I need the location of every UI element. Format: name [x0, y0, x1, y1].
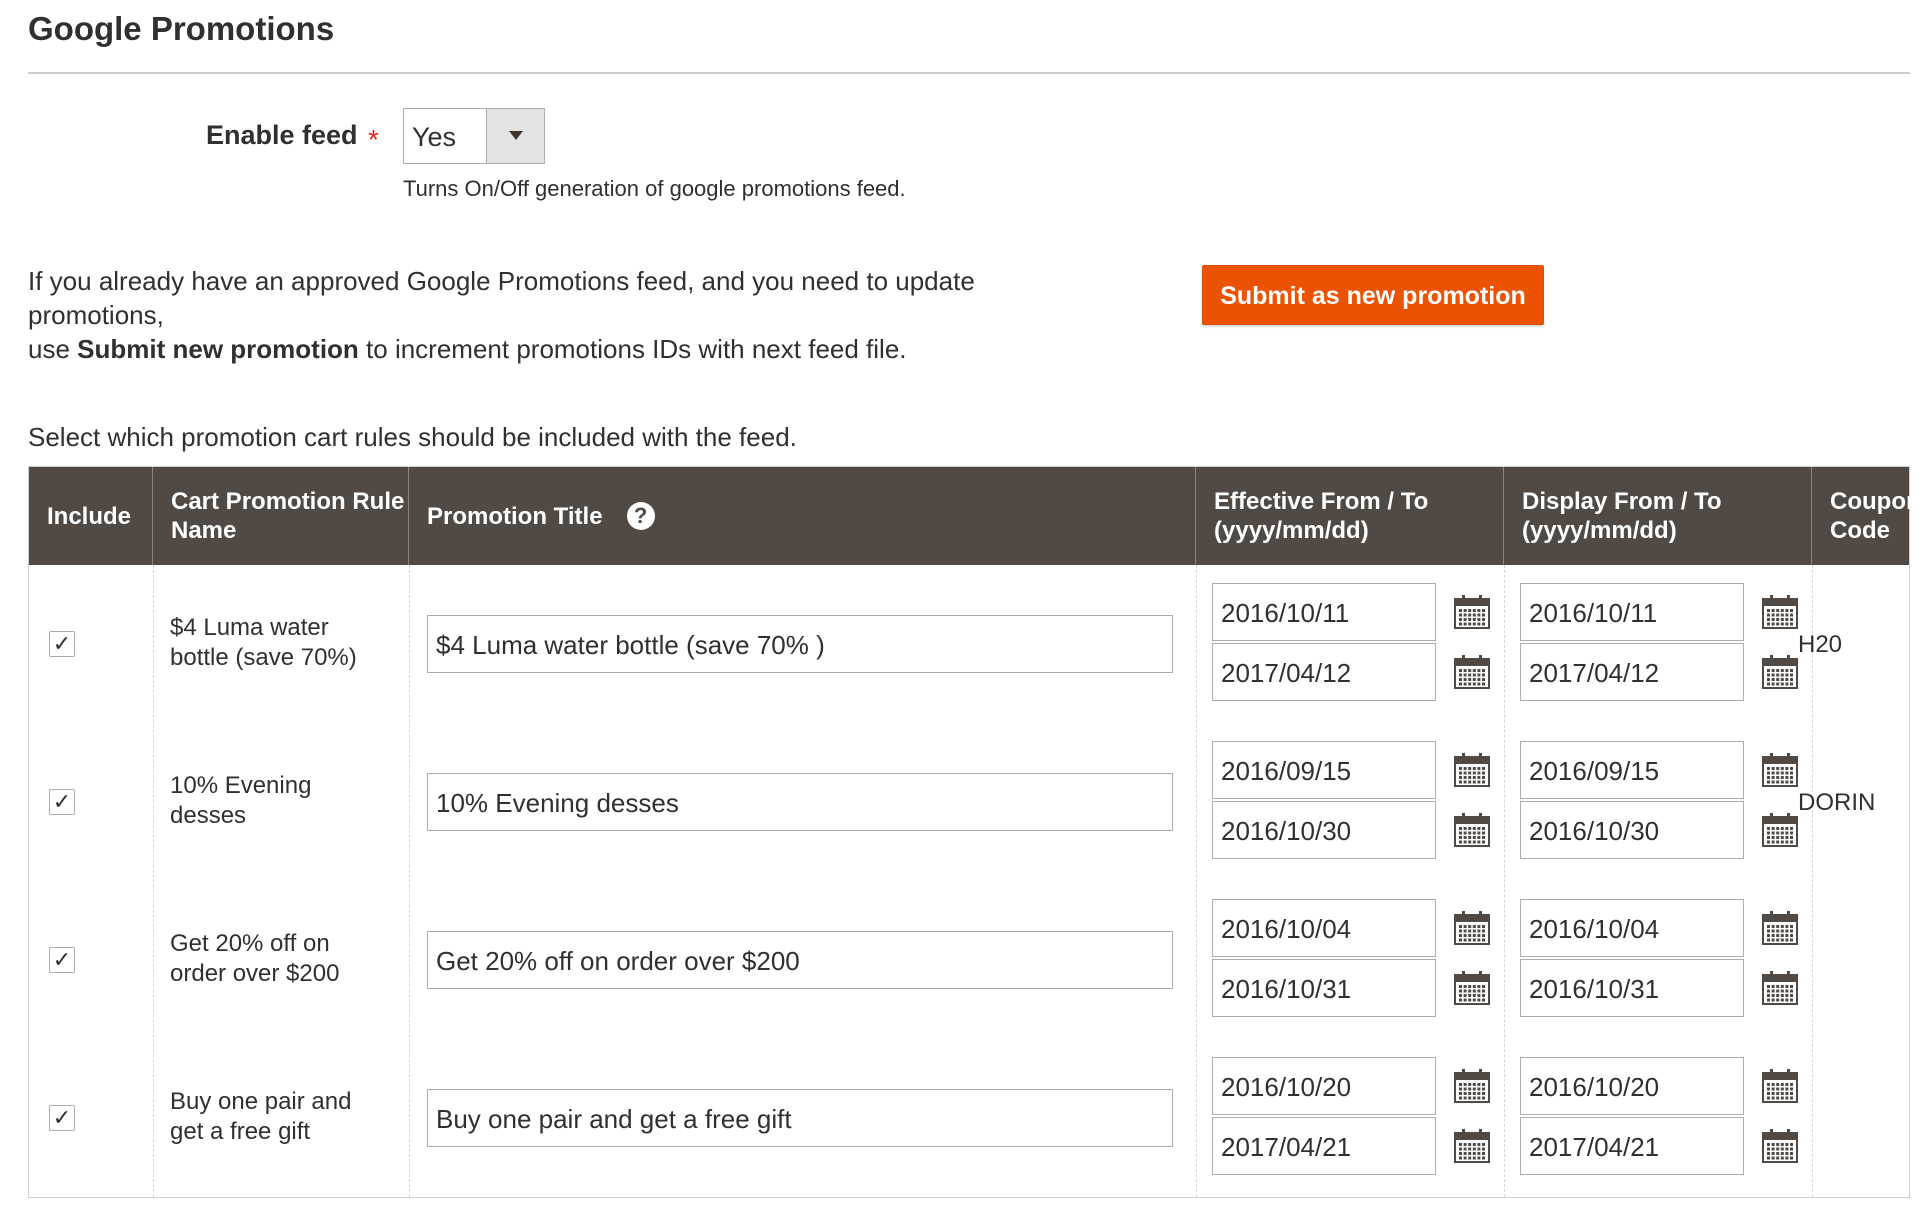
display-to-input[interactable]: 2016/10/30: [1520, 801, 1744, 859]
calendar-icon[interactable]: [1454, 813, 1490, 847]
info-text: If you already have an approved Google P…: [28, 264, 1068, 366]
effective-to-input[interactable]: 2016/10/31: [1212, 959, 1436, 1017]
header-effective: Effective From / To (yyyy/mm/dd): [1196, 467, 1504, 565]
calendar-icon[interactable]: [1762, 655, 1798, 689]
include-checkbox[interactable]: ✓: [49, 631, 75, 657]
table-row: ✓ 10% Evening desses 10% Evening desses 201…: [29, 723, 1909, 881]
calendar-icon[interactable]: [1454, 655, 1490, 689]
include-checkbox[interactable]: ✓: [49, 1105, 75, 1131]
display-from-input[interactable]: 2016/09/15: [1520, 741, 1744, 799]
include-checkbox[interactable]: ✓: [49, 789, 75, 815]
required-asterisk: *: [368, 124, 379, 155]
rule-name-text: $4 Luma water bottle (save 70%): [170, 614, 357, 671]
coupon-code: H20: [1798, 631, 1843, 658]
info-line-2-prefix: use: [28, 334, 78, 364]
submit-new-promotion-button[interactable]: Submit as new promotion: [1202, 265, 1544, 325]
title-divider: [28, 72, 1910, 74]
dropdown-arrow-icon[interactable]: [486, 109, 544, 163]
calendar-icon[interactable]: [1454, 971, 1490, 1005]
header-rule-name: Cart Promotion Rule Name: [153, 467, 409, 565]
enable-feed-label: Enable feed: [206, 120, 358, 150]
enable-feed-select[interactable]: Yes: [403, 108, 545, 164]
display-from-input[interactable]: 2016/10/20: [1520, 1057, 1744, 1115]
display-to-input[interactable]: 2017/04/21: [1520, 1117, 1744, 1175]
calendar-icon[interactable]: [1762, 1069, 1798, 1103]
promotion-title-input[interactable]: Buy one pair and get a free gift: [427, 1089, 1173, 1147]
calendar-icon[interactable]: [1762, 753, 1798, 787]
info-line-2-bold: Submit new promotion: [77, 334, 359, 364]
calendar-icon[interactable]: [1762, 813, 1798, 847]
calendar-icon[interactable]: [1762, 971, 1798, 1005]
display-from-input[interactable]: 2016/10/11: [1520, 583, 1744, 641]
info-line-1: If you already have an approved Google P…: [28, 266, 975, 330]
display-from-input[interactable]: 2016/10/04: [1520, 899, 1744, 957]
header-promotion-title-label: Promotion Title: [427, 502, 603, 530]
enable-feed-note: Turns On/Off generation of google promot…: [403, 176, 906, 201]
rule-name-text: Buy one pair and get a free gift: [170, 1088, 352, 1145]
effective-from-input[interactable]: 2016/10/11: [1212, 583, 1436, 641]
table-row: ✓ $4 Luma water bottle (save 70%) $4 Luma …: [29, 565, 1909, 723]
calendar-icon[interactable]: [1454, 911, 1490, 945]
calendar-icon[interactable]: [1762, 1129, 1798, 1163]
table-row: ✓ Buy one pair and get a free gift Buy one…: [29, 1039, 1909, 1197]
calendar-icon[interactable]: [1454, 1129, 1490, 1163]
effective-from-input[interactable]: 2016/10/20: [1212, 1057, 1436, 1115]
table-header: Include Cart Promotion Rule Name Promoti…: [29, 467, 1921, 565]
display-to-input[interactable]: 2016/10/31: [1520, 959, 1744, 1017]
header-coupon: Coupon Code: [1830, 488, 1921, 544]
effective-to-input[interactable]: 2017/04/12: [1212, 643, 1436, 701]
calendar-icon[interactable]: [1762, 911, 1798, 945]
calendar-icon[interactable]: [1454, 1069, 1490, 1103]
effective-to-input[interactable]: 2017/04/21: [1212, 1117, 1436, 1175]
header-promotion-title: Promotion Title ?: [409, 467, 1196, 565]
coupon-code: DORIN: [1798, 789, 1876, 816]
header-display: Display From / To (yyyy/mm/dd): [1504, 467, 1812, 565]
rule-name-text: 10% Evening desses: [170, 772, 312, 829]
effective-from-input[interactable]: 2016/09/15: [1212, 741, 1436, 799]
include-checkbox[interactable]: ✓: [49, 947, 75, 973]
table-row: ✓ Get 20% off on order over $200 Get 20% o…: [29, 881, 1909, 1039]
promotion-title-input[interactable]: $4 Luma water bottle (save 70% ): [427, 615, 1173, 673]
header-include: Include: [29, 467, 153, 565]
help-icon[interactable]: ?: [626, 502, 655, 530]
enable-feed-selected-value: Yes: [412, 122, 457, 152]
info-line-2-suffix: to increment promotions IDs with next fe…: [358, 334, 907, 364]
calendar-icon[interactable]: [1454, 595, 1490, 629]
effective-from-input[interactable]: 2016/10/04: [1212, 899, 1436, 957]
promotion-title-input[interactable]: Get 20% off on order over $200: [427, 931, 1173, 989]
effective-to-input[interactable]: 2016/10/30: [1212, 801, 1436, 859]
calendar-icon[interactable]: [1762, 595, 1798, 629]
select-rules-text: Select which promotion cart rules should…: [28, 422, 797, 452]
rule-name-text: Get 20% off on order over $200: [170, 930, 340, 987]
promotions-table: Include Cart Promotion Rule Name Promoti…: [28, 466, 1921, 1198]
display-to-input[interactable]: 2017/04/12: [1520, 643, 1744, 701]
calendar-icon[interactable]: [1454, 753, 1490, 787]
page-title: Google Promotions: [28, 10, 335, 47]
promotion-title-input[interactable]: 10% Evening desses: [427, 773, 1173, 831]
